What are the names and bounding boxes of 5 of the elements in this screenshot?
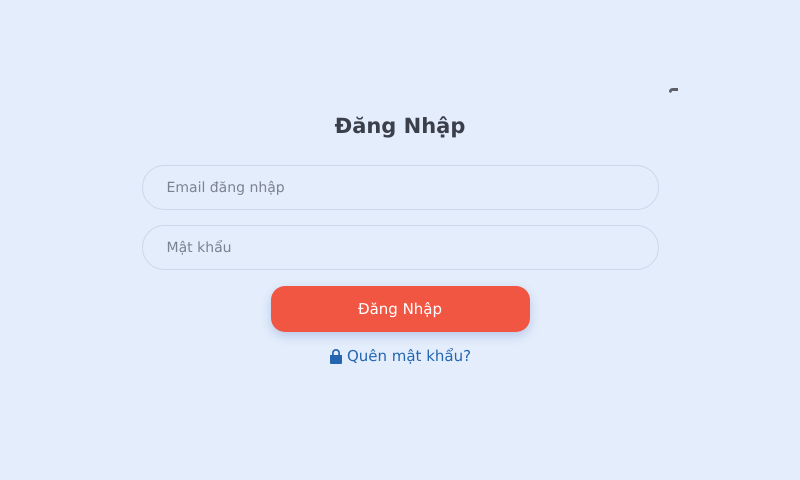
lock-icon — [328, 348, 343, 364]
input-field[interactable]: Email đăng nhập — [142, 165, 658, 210]
login-title: Đăng Nhập — [334, 113, 466, 140]
login-button[interactable]: Đăng Nhập — [270, 286, 530, 332]
input-field[interactable]: Mật khẩu — [142, 225, 658, 270]
